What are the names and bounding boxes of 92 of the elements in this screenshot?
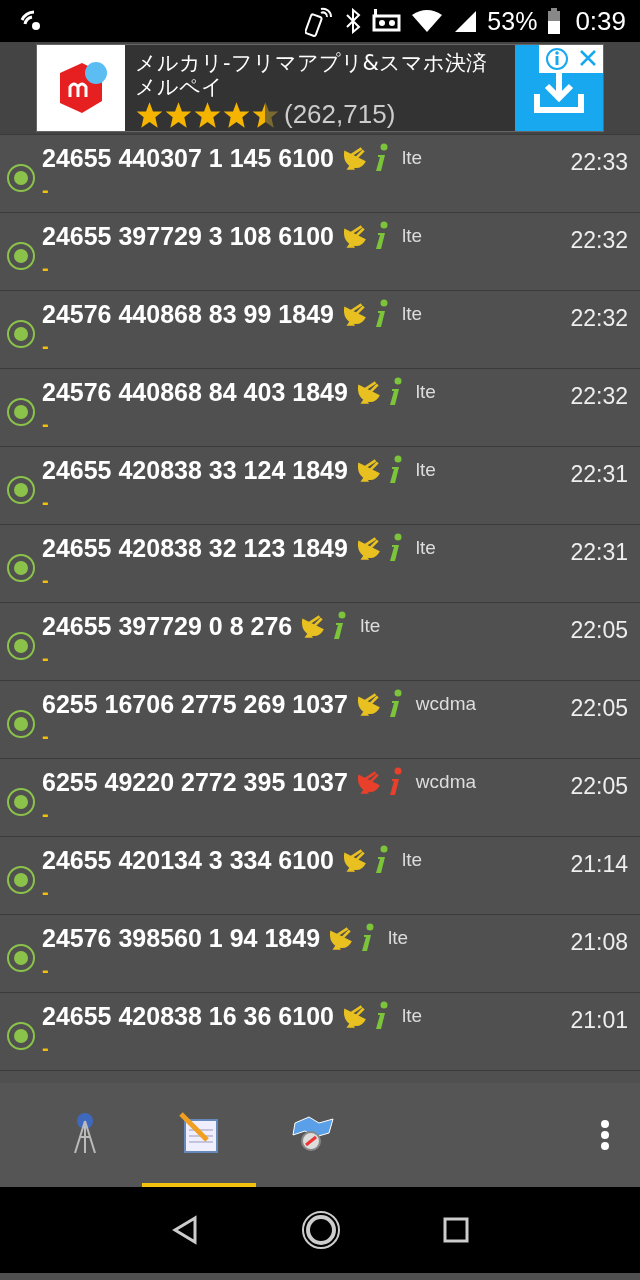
- network-type: wcdma: [415, 693, 477, 715]
- cell-id: 24576 440868 83 99 1849: [42, 299, 334, 329]
- star-icon: [164, 100, 193, 129]
- radio-icon[interactable]: [6, 943, 36, 973]
- radio-icon[interactable]: [6, 163, 36, 193]
- network-type: wcdma: [415, 771, 477, 793]
- radio-icon[interactable]: [6, 553, 36, 583]
- timestamp: 22:31: [570, 461, 628, 488]
- ad-info-close-icon[interactable]: [539, 45, 603, 73]
- timestamp: 21:01: [570, 1007, 628, 1034]
- battery-percent: 53%: [487, 6, 538, 36]
- radio-icon[interactable]: [6, 865, 36, 895]
- cell-id: 24655 420838 32 123 1849: [42, 533, 348, 563]
- info-icon[interactable]: [387, 689, 404, 719]
- note-text: -: [42, 959, 50, 982]
- info-icon[interactable]: [373, 299, 390, 329]
- network-type: lte: [360, 615, 381, 637]
- network-type: lte: [415, 537, 436, 559]
- radio-icon[interactable]: [6, 709, 36, 739]
- timestamp: 22:32: [570, 305, 628, 332]
- timestamp: 21:14: [570, 851, 628, 878]
- timestamp: 22:31: [570, 539, 628, 566]
- note-text: -: [42, 335, 50, 358]
- note-text: -: [42, 803, 50, 826]
- note-text: -: [42, 491, 50, 514]
- note-text: -: [42, 257, 50, 280]
- cell-id: 24655 397729 3 108 6100: [42, 221, 334, 251]
- clock-time: 0:39: [575, 5, 626, 37]
- note-text: -: [42, 881, 50, 904]
- cell-id: 6255 49220 2772 395 1037: [42, 767, 348, 797]
- ad-banner[interactable]: メルカリ-フリマアプリ&スマホ決済メルペイ (262,715): [36, 44, 604, 132]
- note-text: -: [42, 1037, 50, 1060]
- network-type: lte: [415, 459, 436, 481]
- rating-count: (262,715): [284, 99, 396, 130]
- bluetooth-icon: [345, 8, 362, 34]
- network-type: lte: [401, 303, 423, 325]
- download-button[interactable]: [515, 45, 603, 131]
- cell-id: 24655 420838 16 36 6100: [42, 1001, 334, 1031]
- more-options-icon[interactable]: [600, 1119, 610, 1151]
- cell-id: 24655 420838 33 124 1849: [42, 455, 348, 485]
- info-icon[interactable]: [373, 1001, 390, 1031]
- radio-icon[interactable]: [6, 787, 36, 817]
- timestamp: 22:05: [570, 617, 628, 644]
- network-type: lte: [401, 147, 423, 169]
- radio-icon[interactable]: [6, 241, 36, 271]
- note-text: -: [42, 179, 50, 202]
- star-icon: [193, 100, 222, 129]
- info-icon[interactable]: [373, 221, 390, 251]
- notepad-pencil-icon: [177, 1112, 221, 1154]
- cell-id: 24576 440868 84 403 1849: [42, 377, 348, 407]
- cell-id: 24576 398560 1 94 1849: [42, 923, 321, 953]
- cell-id: 24655 420134 3 334 6100: [42, 845, 334, 875]
- star-icon: [135, 100, 164, 129]
- network-type: lte: [401, 225, 423, 247]
- timestamp: 22:05: [570, 773, 628, 800]
- home-icon[interactable]: [301, 1210, 341, 1250]
- cell-id: 24655 440307 1 145 6100: [42, 143, 334, 173]
- network-type: lte: [401, 1005, 423, 1027]
- note-text: -: [42, 725, 50, 748]
- cell-id: 6255 16706 2775 269 1037: [42, 689, 348, 719]
- timestamp: 22:32: [570, 227, 628, 254]
- radio-icon[interactable]: [6, 631, 36, 661]
- cell-id: 24655 397729 0 8 276: [42, 611, 293, 641]
- recents-icon[interactable]: [443, 1217, 469, 1243]
- star-icon: [222, 100, 251, 129]
- info-icon[interactable]: [387, 455, 404, 485]
- info-icon[interactable]: [387, 533, 404, 563]
- wifi-icon: [411, 9, 444, 33]
- radio-icon[interactable]: [6, 475, 36, 505]
- radio-icon[interactable]: [6, 397, 36, 427]
- info-icon[interactable]: [373, 143, 390, 173]
- note-text: -: [42, 569, 50, 592]
- note-text: -: [42, 647, 50, 670]
- timestamp: 22:05: [570, 695, 628, 722]
- timestamp: 22:32: [570, 383, 628, 410]
- radio-icon[interactable]: [6, 319, 36, 349]
- network-type: lte: [401, 849, 423, 871]
- network-type: lte: [388, 927, 409, 949]
- radio-icon[interactable]: [6, 1021, 36, 1051]
- info-icon[interactable]: [387, 377, 404, 407]
- map-compass-icon: [291, 1115, 335, 1151]
- timestamp: 21:08: [570, 929, 628, 956]
- network-type: lte: [415, 381, 436, 403]
- ad-title: メルカリ-フリマアプリ&スマホ決済メルペイ: [135, 51, 488, 99]
- cell-signal-icon: [453, 9, 478, 33]
- info-icon[interactable]: [373, 845, 390, 875]
- note-text: -: [42, 413, 50, 436]
- battery-icon: [547, 8, 562, 34]
- star-icon: [251, 100, 280, 129]
- info-icon[interactable]: [387, 767, 404, 797]
- timestamp: 22:33: [570, 149, 628, 176]
- back-icon[interactable]: [171, 1215, 199, 1245]
